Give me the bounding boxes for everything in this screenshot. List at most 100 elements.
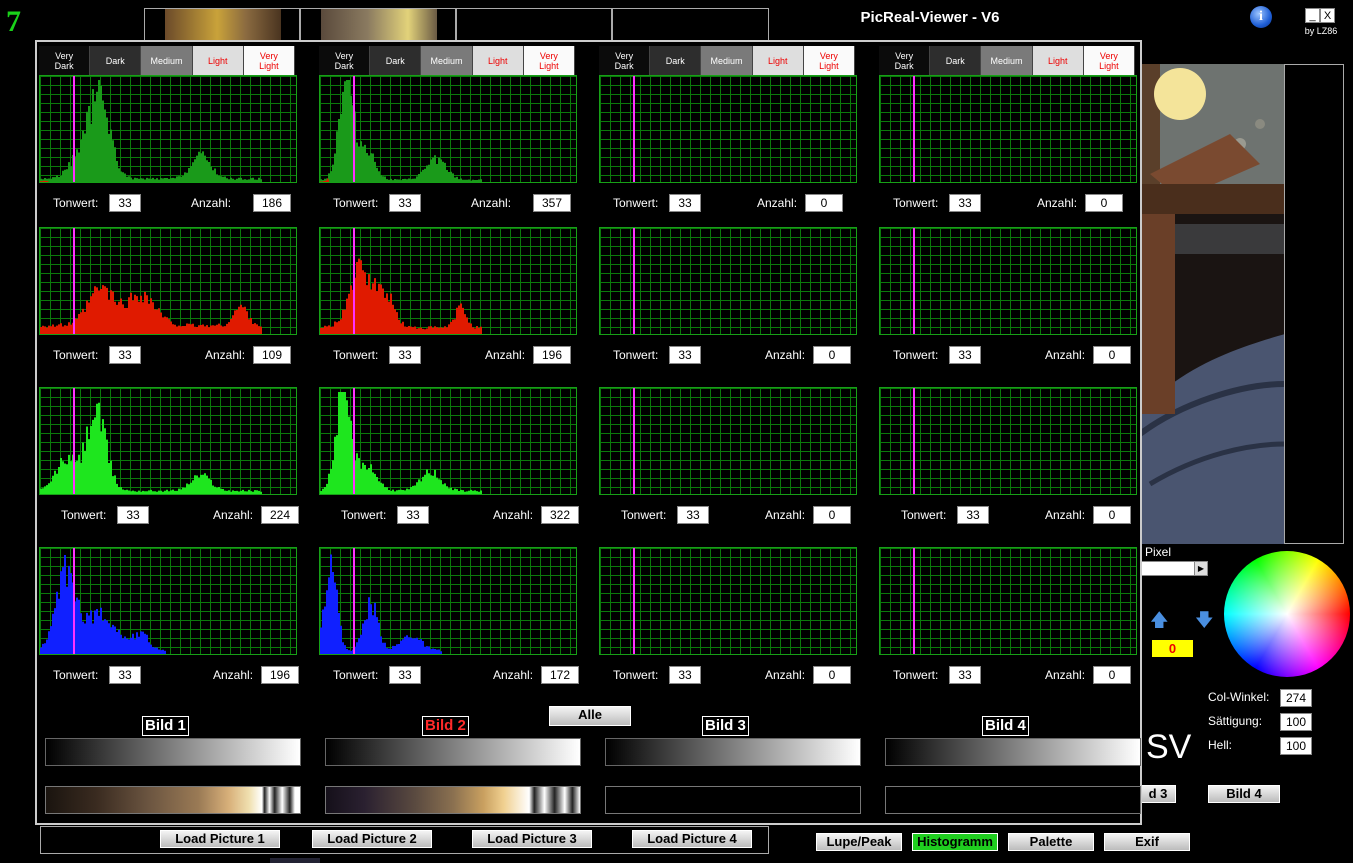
tonwert-marker[interactable] [73,548,75,654]
info-icon[interactable]: i [1250,6,1272,28]
tonwert-marker[interactable] [353,388,355,494]
tonwert-field[interactable]: 33 [949,346,981,364]
load-picture-2-button[interactable]: Load Picture 2 [312,830,432,848]
load-picture-3-button[interactable]: Load Picture 3 [472,830,592,848]
tone-light[interactable]: Light [192,46,244,75]
anzahl-field[interactable]: 172 [541,666,579,684]
tonwert-field[interactable]: 33 [109,666,141,684]
load-picture-4-button[interactable]: Load Picture 4 [632,830,752,848]
hell-field[interactable]: 100 [1280,737,1312,755]
tonwert-field[interactable]: 33 [397,506,429,524]
load-picture-1-button[interactable]: Load Picture 1 [160,830,280,848]
tone-very-light[interactable]: Very Light [523,46,576,75]
tone-medium[interactable]: Medium [981,46,1033,75]
tone-light[interactable]: Light [752,46,804,75]
tonwert-field[interactable]: 33 [949,666,981,684]
tone-dark[interactable]: Dark [650,46,702,75]
anzahl-field[interactable]: 186 [253,194,291,212]
thumbnail-slot-1[interactable] [144,8,300,43]
color-wheel[interactable] [1224,551,1350,677]
tonwert-field[interactable]: 33 [109,194,141,212]
tone-light[interactable]: Light [472,46,524,75]
anzahl-field[interactable]: 196 [261,666,299,684]
bild4-button[interactable]: Bild 4 [1208,785,1280,803]
histogram-green[interactable] [319,387,577,495]
tonwert-marker[interactable] [633,228,635,334]
anzahl-field[interactable]: 0 [813,346,851,364]
histogram-green[interactable] [599,387,857,495]
histogram-blue[interactable] [879,547,1137,655]
tonwert-marker[interactable] [73,228,75,334]
tonwert-field[interactable]: 33 [669,346,701,364]
histogram-blue[interactable] [599,547,857,655]
tonwert-field[interactable]: 33 [389,346,421,364]
tonwert-marker[interactable] [353,228,355,334]
bild-label-2[interactable]: Bild 2 [422,716,469,736]
tonwert-marker[interactable] [913,388,915,494]
tone-dark[interactable]: Dark [90,46,142,75]
tonwert-marker[interactable] [913,76,915,182]
tone-very-dark[interactable]: Very Dark [39,46,91,75]
close-button[interactable]: X [1320,8,1335,23]
palette-button[interactable]: Palette [1008,833,1094,851]
anzahl-field[interactable]: 0 [1085,194,1123,212]
anzahl-field[interactable]: 0 [1093,506,1131,524]
lupe-peak-button[interactable]: Lupe/Peak [816,833,902,851]
tonwert-field[interactable]: 33 [669,666,701,684]
thumbnail-slot-2[interactable] [300,8,456,43]
tone-very-dark[interactable]: Very Dark [319,46,371,75]
tone-very-light[interactable]: Very Light [243,46,296,75]
anzahl-field[interactable]: 0 [813,506,851,524]
histogram-luminance[interactable] [319,75,577,183]
tone-light[interactable]: Light [1032,46,1084,75]
tonwert-marker[interactable] [633,548,635,654]
tone-very-dark[interactable]: Very Dark [879,46,931,75]
tone-very-dark[interactable]: Very Dark [599,46,651,75]
histogram-red[interactable] [599,227,857,335]
saettigung-field[interactable]: 100 [1280,713,1312,731]
anzahl-field[interactable]: 0 [813,666,851,684]
tonwert-marker[interactable] [913,228,915,334]
histogram-red[interactable] [39,227,297,335]
minimize-button[interactable]: _ [1305,8,1320,23]
tonwert-marker[interactable] [633,76,635,182]
histogram-red[interactable] [319,227,577,335]
tone-dark[interactable]: Dark [370,46,422,75]
anzahl-field[interactable]: 196 [533,346,571,364]
tonwert-marker[interactable] [353,76,355,182]
histogram-blue[interactable] [319,547,577,655]
tone-medium[interactable]: Medium [421,46,473,75]
arrow-down-icon[interactable]: 🡇 [1195,608,1214,630]
tonwert-field[interactable]: 33 [109,346,141,364]
histogram-green[interactable] [879,387,1137,495]
histogram-green[interactable] [39,387,297,495]
tone-very-light[interactable]: Very Light [803,46,856,75]
anzahl-field[interactable]: 0 [805,194,843,212]
tone-medium[interactable]: Medium [701,46,753,75]
histogram-luminance[interactable] [879,75,1137,183]
tonwert-field[interactable]: 33 [669,194,701,212]
histogram-blue[interactable] [39,547,297,655]
tonwert-marker[interactable] [73,76,75,182]
anzahl-field[interactable]: 0 [1093,346,1131,364]
tonwert-marker[interactable] [913,548,915,654]
tonwert-field[interactable]: 33 [957,506,989,524]
histogram-luminance[interactable] [39,75,297,183]
slider-arrow-icon[interactable]: ▶ [1194,562,1207,575]
anzahl-field[interactable]: 224 [261,506,299,524]
col-winkel-field[interactable]: 274 [1280,689,1312,707]
tonwert-marker[interactable] [73,388,75,494]
histogramm-button[interactable]: Histogramm [912,833,998,851]
tonwert-field[interactable]: 33 [117,506,149,524]
histogram-red[interactable] [879,227,1137,335]
exif-button[interactable]: Exif [1104,833,1190,851]
anzahl-field[interactable]: 0 [1093,666,1131,684]
tonwert-marker[interactable] [353,548,355,654]
tone-dark[interactable]: Dark [930,46,982,75]
thumbnail-slot-4[interactable] [612,8,769,42]
tone-very-light[interactable]: Very Light [1083,46,1136,75]
tonwert-field[interactable]: 33 [677,506,709,524]
bild-label-1[interactable]: Bild 1 [142,716,189,736]
histogram-luminance[interactable] [599,75,857,183]
tonwert-field[interactable]: 33 [389,666,421,684]
